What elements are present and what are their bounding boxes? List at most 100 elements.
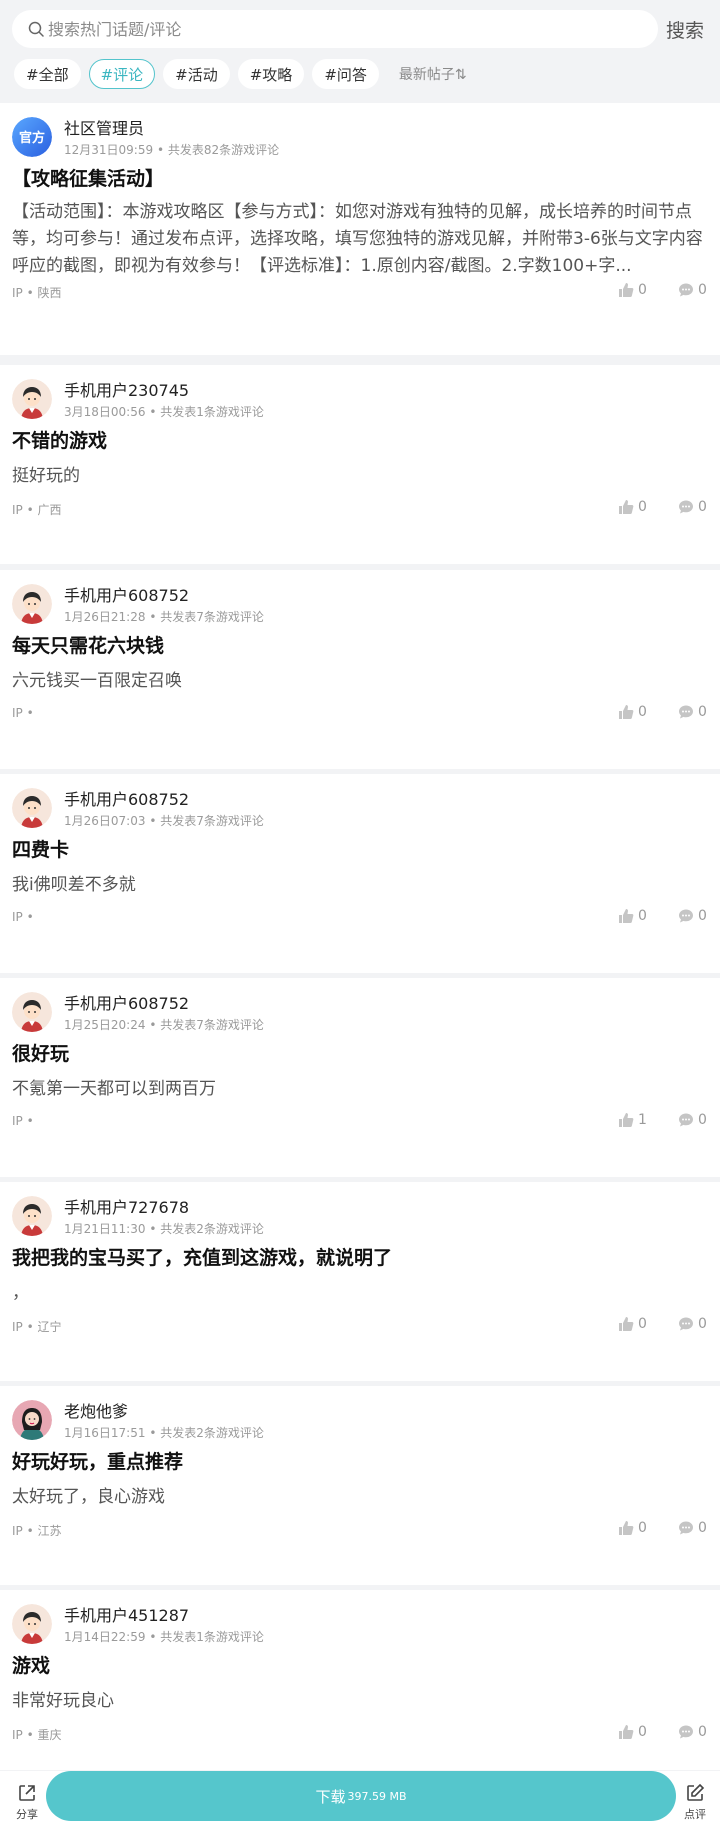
post-title[interactable]: 很好玩 xyxy=(12,1039,69,1066)
like-button[interactable]: 0 xyxy=(618,1520,647,1536)
post-title[interactable]: 游戏 xyxy=(12,1651,50,1678)
avatar[interactable] xyxy=(12,584,52,624)
share-label: 分享 xyxy=(16,1808,38,1821)
comment-icon xyxy=(679,283,693,297)
post-card[interactable]: 老炮他爹 1月16日17:51 • 共发表2条游戏评论 好玩好玩，重点推荐 太好… xyxy=(0,1386,720,1585)
comment-icon xyxy=(679,1113,693,1127)
comment-count: 0 xyxy=(698,704,707,720)
like-count: 0 xyxy=(638,499,647,515)
post-title[interactable]: 好玩好玩，重点推荐 xyxy=(12,1447,183,1474)
post-body[interactable]: 【活动范围】：本游戏攻略区【参与方式】：如您对游戏有独特的见解，成长培养的时间节… xyxy=(12,199,708,280)
svg-text:官方: 官方 xyxy=(19,130,45,146)
like-count: 1 xyxy=(638,1112,647,1128)
avatar[interactable] xyxy=(12,379,52,419)
thumbs-up-icon xyxy=(619,705,634,719)
filter-chip-review[interactable]: #评论 xyxy=(88,59,156,89)
ip-location: IP • xyxy=(12,706,34,720)
avatar[interactable] xyxy=(12,1400,52,1440)
comment-button[interactable]: 0 xyxy=(678,908,707,924)
post-title[interactable]: 不错的游戏 xyxy=(12,426,107,453)
like-button[interactable]: 0 xyxy=(618,1316,647,1332)
post-body[interactable]: 非常好玩良心 xyxy=(12,1688,708,1715)
post-body[interactable]: 我i佛呗差不多就 xyxy=(12,872,708,899)
ip-location: IP • 广西 xyxy=(12,503,62,517)
like-button[interactable]: 0 xyxy=(618,908,647,924)
post-meta: 1月26日21:28 • 共发表7条游戏评论 xyxy=(64,610,264,624)
post-card[interactable]: 手机用户608752 1月25日20:24 • 共发表7条游戏评论 很好玩 不氪… xyxy=(0,978,720,1177)
avatar[interactable] xyxy=(12,1604,52,1644)
post-meta: 12月31日09:59 • 共发表82条游戏评论 xyxy=(64,143,280,157)
like-count: 0 xyxy=(638,1724,647,1740)
search-icon xyxy=(28,21,44,37)
comment-button[interactable]: 0 xyxy=(678,282,707,298)
avatar[interactable]: 官方 xyxy=(12,117,52,157)
post-card[interactable]: 官方 社区管理员 12月31日09:59 • 共发表82条游戏评论 【攻略征集活… xyxy=(0,103,720,355)
search-input[interactable] xyxy=(48,10,648,48)
username[interactable]: 手机用户230745 xyxy=(64,377,189,401)
comment-button[interactable]: 0 xyxy=(678,1520,707,1536)
post-title[interactable]: 我把我的宝马买了，充值到这游戏，就说明了 xyxy=(12,1243,392,1270)
review-button[interactable]: 点评 xyxy=(678,1783,712,1822)
top-bar: 搜索 #全部 #评论 #活动 #攻略 #问答 最新帖子⇅ xyxy=(0,0,720,103)
avatar[interactable] xyxy=(12,788,52,828)
filter-chip-activity[interactable]: #活动 xyxy=(163,59,230,89)
comment-icon xyxy=(679,909,693,923)
download-button[interactable]: 下载 397.59 MB xyxy=(46,1771,676,1821)
ip-location: IP • 江苏 xyxy=(12,1524,62,1538)
ip-location: IP • 陕西 xyxy=(12,286,62,300)
like-button[interactable]: 0 xyxy=(618,1724,647,1740)
avatar[interactable] xyxy=(12,992,52,1032)
post-title[interactable]: 【攻略征集活动】 xyxy=(12,164,164,191)
download-label: 下载 xyxy=(315,1787,346,1806)
avatar[interactable] xyxy=(12,1196,52,1236)
post-time: 3月18日00:56 xyxy=(64,405,146,419)
username[interactable]: 手机用户608752 xyxy=(64,786,189,810)
filter-chip-all[interactable]: #全部 xyxy=(14,59,81,89)
post-card[interactable]: 手机用户451287 1月14日22:59 • 共发表1条游戏评论 游戏 非常好… xyxy=(0,1590,720,1770)
thumbs-up-icon xyxy=(619,500,634,514)
post-card[interactable]: 手机用户727678 1月21日11:30 • 共发表2条游戏评论 我把我的宝马… xyxy=(0,1182,720,1381)
comment-icon xyxy=(679,500,693,514)
post-body[interactable]: 不氪第一天都可以到两百万 xyxy=(12,1076,708,1103)
post-meta: 1月14日22:59 • 共发表1条游戏评论 xyxy=(64,1630,264,1644)
like-button[interactable]: 1 xyxy=(618,1112,647,1128)
comment-button[interactable]: 0 xyxy=(678,1112,707,1128)
comment-button[interactable]: 0 xyxy=(678,499,707,515)
like-button[interactable]: 0 xyxy=(618,282,647,298)
username[interactable]: 社区管理员 xyxy=(64,115,144,139)
filter-chip-qa[interactable]: #问答 xyxy=(312,59,379,89)
like-button[interactable]: 0 xyxy=(618,704,647,720)
username[interactable]: 手机用户608752 xyxy=(64,582,189,606)
post-time: 1月21日11:30 xyxy=(64,1222,146,1236)
username[interactable]: 手机用户727678 xyxy=(64,1194,189,1218)
post-body[interactable]: 挺好玩的 xyxy=(12,463,708,490)
post-body[interactable]: 太好玩了，良心游戏 xyxy=(12,1484,708,1511)
review-count: 共发表2条游戏评论 xyxy=(160,1222,264,1236)
post-body[interactable]: ， xyxy=(12,1280,708,1307)
filter-chip-guide[interactable]: #攻略 xyxy=(237,59,305,89)
share-button[interactable]: 分享 xyxy=(10,1783,44,1822)
post-title[interactable]: 四费卡 xyxy=(12,835,69,862)
post-time: 1月25日20:24 xyxy=(64,1018,146,1032)
username[interactable]: 手机用户451287 xyxy=(64,1602,189,1626)
sort-dropdown[interactable]: 最新帖子⇅ xyxy=(399,64,467,84)
post-card[interactable]: 手机用户608752 1月26日21:28 • 共发表7条游戏评论 每天只需花六… xyxy=(0,570,720,769)
username[interactable]: 手机用户608752 xyxy=(64,990,189,1014)
post-card[interactable]: 手机用户230745 3月18日00:56 • 共发表1条游戏评论 不错的游戏 … xyxy=(0,365,720,564)
post-time: 12月31日09:59 xyxy=(64,143,154,157)
edit-icon xyxy=(687,1783,705,1801)
post-time: 1月14日22:59 xyxy=(64,1630,146,1644)
comment-button[interactable]: 0 xyxy=(678,1316,707,1332)
like-button[interactable]: 0 xyxy=(618,499,647,515)
post-title[interactable]: 每天只需花六块钱 xyxy=(12,631,164,658)
comment-button[interactable]: 0 xyxy=(678,704,707,720)
thumbs-up-icon xyxy=(619,909,634,923)
username[interactable]: 老炮他爹 xyxy=(64,1398,128,1422)
search-button[interactable]: 搜索 xyxy=(666,16,704,43)
post-card[interactable]: 手机用户608752 1月26日07:03 • 共发表7条游戏评论 四费卡 我i… xyxy=(0,774,720,973)
comment-button[interactable]: 0 xyxy=(678,1724,707,1740)
review-count: 共发表1条游戏评论 xyxy=(160,1630,264,1644)
post-body[interactable]: 六元钱买一百限定召唤 xyxy=(12,668,708,695)
search-box[interactable] xyxy=(12,10,658,48)
like-count: 0 xyxy=(638,704,647,720)
